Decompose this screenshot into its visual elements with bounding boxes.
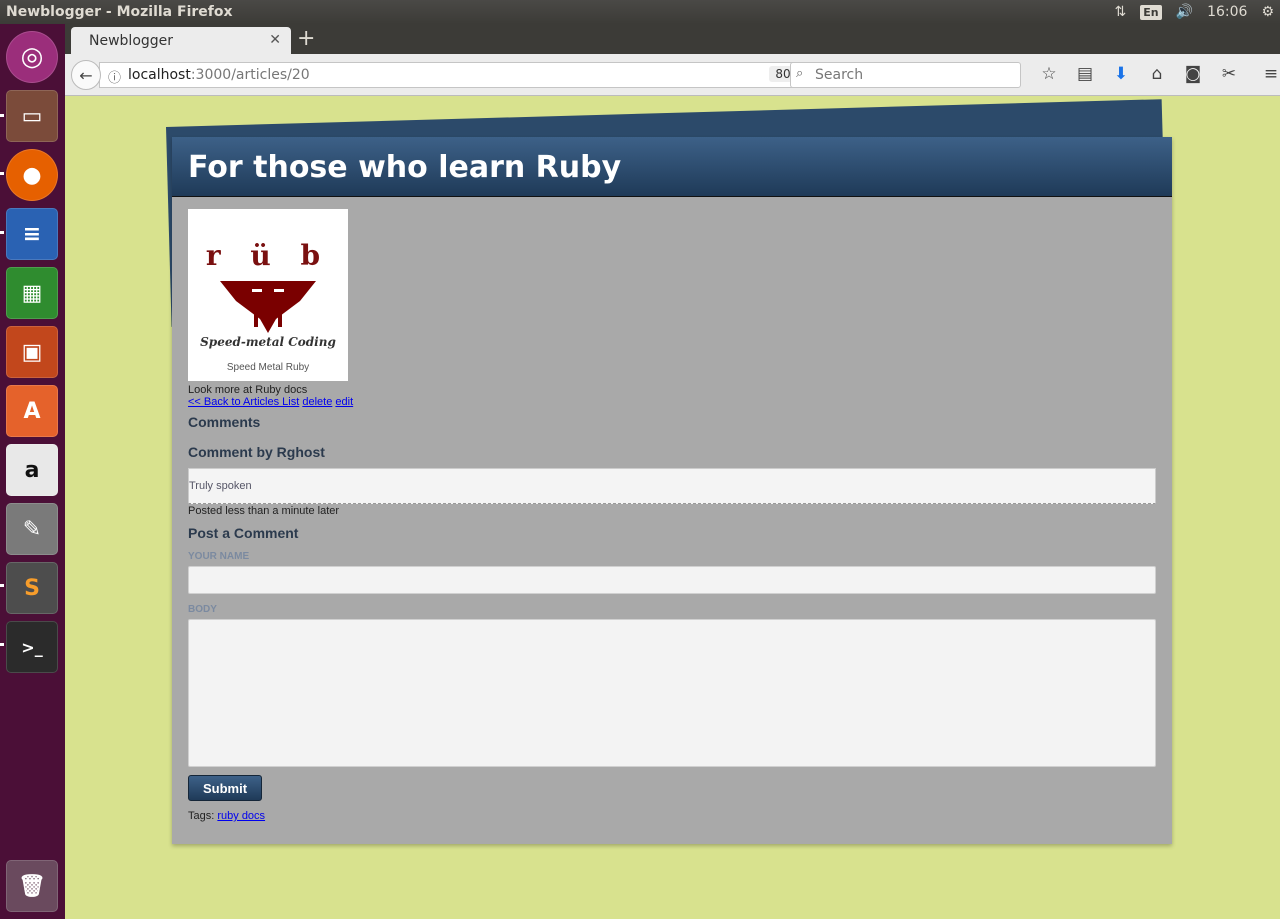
- writer-icon[interactable]: ≡: [6, 208, 58, 260]
- running-indicator: [0, 584, 4, 587]
- article-card: For those who learn Ruby r ü b y Speed-m…: [172, 137, 1172, 844]
- downloads-icon[interactable]: ⬇: [1103, 64, 1139, 84]
- home-icon[interactable]: ⌂: [1139, 64, 1175, 84]
- article-header: For those who learn Ruby: [172, 137, 1172, 197]
- trash-icon[interactable]: 🗑: [6, 860, 58, 912]
- clock[interactable]: 16:06: [1207, 4, 1247, 20]
- back-button[interactable]: ←: [71, 60, 101, 90]
- window-title: Newblogger - Mozilla Firefox: [6, 4, 233, 20]
- article-image: r ü b y Speed-metal Coding Speed Metal R…: [188, 209, 348, 381]
- body-label: BODY: [188, 604, 217, 615]
- info-icon[interactable]: ⓘ: [108, 67, 121, 86]
- system-tray: ⇅ En 🔊 16:06 ⚙: [1115, 0, 1280, 24]
- search-input[interactable]: ⌕ Search: [790, 62, 1021, 88]
- tab-title: Newblogger: [89, 33, 174, 49]
- unity-launcher: ◎ ▭ ● ≡ ▦ ▣ A a ✎ S >_ 🗑: [0, 24, 65, 919]
- article-actions: << Back to Articles List delete edit: [188, 396, 1156, 408]
- logo-middle-text: Speed-metal Coding: [200, 335, 336, 349]
- browser-chrome: Newblogger ✕ + ⓘ localhost:3000/articles…: [65, 24, 1280, 96]
- url-host: localhost: [128, 67, 191, 83]
- ruby-gem-icon: [220, 281, 316, 333]
- tab-strip: Newblogger ✕ +: [65, 24, 1280, 54]
- name-label: YOUR NAME: [188, 551, 250, 562]
- comment-body: Truly spoken: [188, 468, 1156, 504]
- extension-icon[interactable]: ✂: [1211, 64, 1247, 84]
- running-indicator: [0, 231, 4, 234]
- post-comment-heading: Post a Comment: [188, 525, 299, 541]
- url-bar[interactable]: ⓘ localhost:3000/articles/20 80% ↻: [99, 62, 849, 88]
- running-indicator: [0, 114, 4, 117]
- delete-link[interactable]: delete: [302, 396, 332, 408]
- running-indicator: [0, 172, 4, 175]
- impress-icon[interactable]: ▣: [6, 326, 58, 378]
- running-indicator: [0, 643, 4, 646]
- comments-heading: Comments: [188, 414, 261, 430]
- comment-heading: Comment by Rghost: [188, 444, 325, 460]
- edit-link[interactable]: edit: [335, 396, 353, 408]
- article-body: r ü b y Speed-metal Coding Speed Metal R…: [172, 197, 1172, 834]
- sublime-text-icon[interactable]: S: [6, 562, 58, 614]
- pocket-icon[interactable]: ◙: [1175, 64, 1211, 84]
- top-panel: Newblogger - Mozilla Firefox ⇅ En 🔊 16:0…: [0, 0, 1280, 24]
- url-path: :3000/articles/20: [190, 67, 310, 83]
- back-arrow-icon: ←: [79, 65, 93, 85]
- article-title: For those who learn Ruby: [188, 150, 622, 185]
- calc-icon[interactable]: ▦: [6, 267, 58, 319]
- ubuntu-dash-icon[interactable]: ◎: [6, 31, 58, 83]
- power-gear-icon[interactable]: ⚙: [1261, 4, 1274, 20]
- firefox-icon[interactable]: ●: [6, 149, 58, 201]
- software-center-icon[interactable]: A: [6, 385, 58, 437]
- new-tab-icon[interactable]: +: [297, 26, 315, 51]
- search-icon: ⌕: [796, 66, 804, 81]
- menu-icon[interactable]: ≡: [1253, 64, 1280, 84]
- terminal-icon[interactable]: >_: [6, 621, 58, 673]
- body-textarea[interactable]: [188, 619, 1156, 767]
- tab-newblogger[interactable]: Newblogger ✕: [71, 27, 291, 54]
- toolbar-icons: ☆ ▤ ⬇ ⌂ ◙ ✂ ≡: [1031, 64, 1280, 84]
- search-placeholder: Search: [815, 67, 864, 83]
- keyboard-layout-indicator[interactable]: En: [1140, 4, 1162, 20]
- submit-button[interactable]: Submit: [188, 775, 262, 801]
- tags-label: Tags:: [188, 810, 215, 822]
- tag-link[interactable]: ruby docs: [217, 810, 265, 822]
- nav-bar: ⓘ localhost:3000/articles/20 80% ↻ ← ⌕ S…: [65, 54, 1280, 96]
- logo-caption: Speed Metal Ruby: [226, 362, 310, 373]
- tags-line: Tags: ruby docs: [188, 810, 1156, 822]
- name-input[interactable]: [188, 566, 1156, 594]
- comment-posted-time: Posted less than a minute later: [188, 505, 340, 517]
- settings-icon[interactable]: ✎: [6, 503, 58, 555]
- files-icon[interactable]: ▭: [6, 90, 58, 142]
- article-text: Look more at Ruby docs: [188, 384, 308, 396]
- network-icon[interactable]: ⇅: [1115, 4, 1127, 20]
- reading-list-icon[interactable]: ▤: [1067, 64, 1103, 84]
- volume-icon[interactable]: 🔊: [1176, 4, 1193, 20]
- back-to-articles-link[interactable]: << Back to Articles List: [188, 396, 299, 408]
- close-tab-icon[interactable]: ✕: [269, 32, 281, 48]
- bookmark-star-icon[interactable]: ☆: [1031, 64, 1067, 84]
- amazon-icon[interactable]: a: [6, 444, 58, 496]
